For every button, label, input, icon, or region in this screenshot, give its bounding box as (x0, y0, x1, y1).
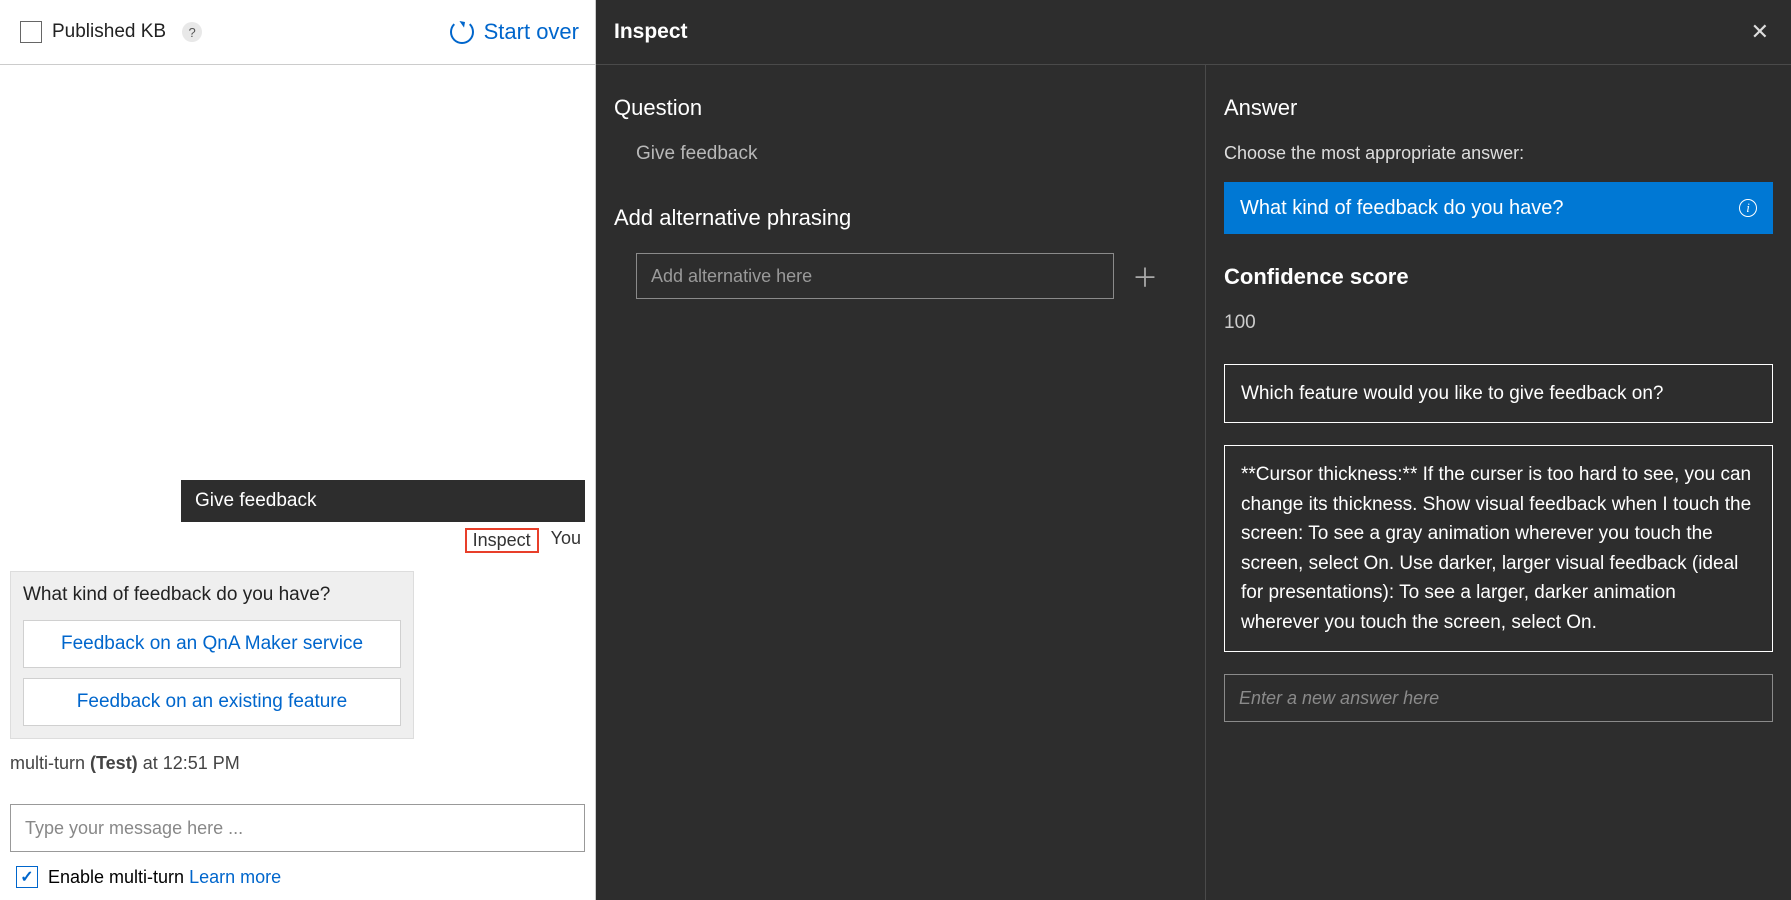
multiturn-row: ✓ Enable multi-turn Learn more (10, 852, 585, 892)
bot-meta-test: (Test) (90, 753, 138, 773)
user-meta-you: You (551, 528, 581, 553)
message-input[interactable] (10, 804, 585, 852)
start-over-button[interactable]: Start over (450, 19, 585, 45)
prompt-button-qna-service[interactable]: Feedback on an QnA Maker service (23, 620, 401, 668)
published-kb-group: Published KB ? (20, 21, 202, 43)
answer-candidate-2[interactable]: **Cursor thickness:** If the curser is t… (1224, 445, 1773, 652)
refresh-icon (450, 20, 474, 44)
user-message-meta: Inspect You (10, 522, 585, 571)
alt-phrasing-input[interactable] (636, 253, 1114, 299)
confidence-value: 100 (1224, 312, 1773, 334)
selected-answer-text: What kind of feedback do you have? (1240, 197, 1564, 220)
published-kb-label: Published KB (52, 21, 166, 43)
chat-footer: ✓ Enable multi-turn Learn more (0, 804, 595, 900)
new-answer-input[interactable] (1224, 674, 1773, 722)
multiturn-label: Enable multi-turn (48, 867, 189, 887)
chat-body: Give feedback Inspect You What kind of f… (0, 65, 595, 804)
inspect-pane: Inspect ✕ Question Give feedback Add alt… (596, 0, 1791, 900)
question-text: Give feedback (614, 143, 1187, 165)
bot-question: What kind of feedback do you have? (23, 584, 401, 606)
inspect-button[interactable]: Inspect (465, 528, 539, 553)
answer-heading: Answer (1224, 95, 1773, 121)
alt-phrasing-heading: Add alternative phrasing (614, 205, 1187, 231)
add-alt-icon[interactable]: ＋ (1132, 258, 1158, 295)
user-message: Give feedback (181, 480, 585, 522)
bot-meta-time-prefix: at (138, 753, 163, 773)
alt-phrasing-row: ＋ (614, 253, 1187, 299)
chat-header: Published KB ? Start over (0, 0, 595, 65)
published-kb-checkbox[interactable] (20, 21, 42, 43)
confidence-heading: Confidence score (1224, 264, 1773, 290)
start-over-label: Start over (484, 19, 579, 45)
chat-panel: Published KB ? Start over Give feedback … (0, 0, 596, 900)
close-icon[interactable]: ✕ (1751, 19, 1769, 45)
answer-column: Answer Choose the most appropriate answe… (1206, 65, 1791, 900)
prompt-button-existing-feature[interactable]: Feedback on an existing feature (23, 678, 401, 726)
selected-answer[interactable]: What kind of feedback do you have? i (1224, 182, 1773, 234)
info-icon[interactable]: i (1739, 199, 1757, 217)
question-column: Question Give feedback Add alternative p… (596, 65, 1206, 900)
user-message-row: Give feedback (10, 480, 585, 522)
answer-candidate-1[interactable]: Which feature would you like to give fee… (1224, 364, 1773, 423)
multiturn-checkbox[interactable]: ✓ (16, 866, 38, 888)
inspect-columns: Question Give feedback Add alternative p… (596, 65, 1791, 900)
answer-choose-label: Choose the most appropriate answer: (1224, 143, 1773, 164)
bot-response-card: What kind of feedback do you have? Feedb… (10, 571, 414, 739)
help-icon[interactable]: ? (182, 22, 202, 42)
bot-meta: multi-turn (Test) at 12:51 PM (10, 753, 585, 804)
bot-meta-name: multi-turn (10, 753, 90, 773)
question-heading: Question (614, 95, 1187, 121)
inspect-header: Inspect ✕ (596, 0, 1791, 65)
learn-more-link[interactable]: Learn more (189, 867, 281, 887)
inspect-title: Inspect (614, 20, 688, 44)
bot-meta-time: 12:51 PM (163, 753, 240, 773)
